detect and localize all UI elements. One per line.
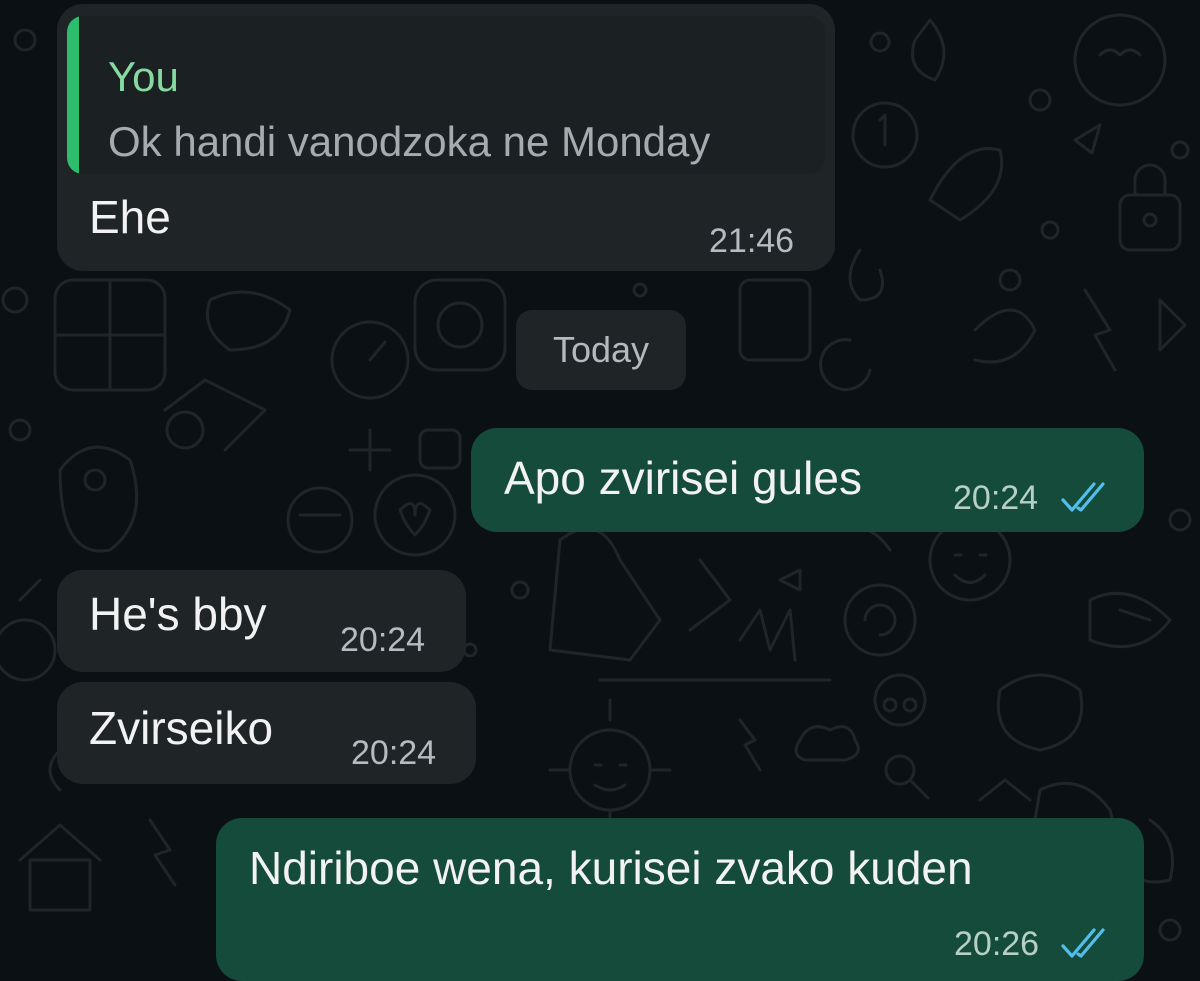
message-time: 20:24 xyxy=(351,734,437,772)
message-bubble-incoming[interactable]: You Ok handi vanodzoka ne Monday Ehe 21:… xyxy=(57,4,835,271)
date-separator-label: Today xyxy=(552,329,650,370)
quote-author: You xyxy=(108,53,179,100)
message-text: Zvirseiko xyxy=(89,702,274,754)
quoted-reply[interactable]: You Ok handi vanodzoka ne Monday xyxy=(67,16,825,174)
message-bubble-outgoing[interactable]: Ndiriboe wena, kurisei zvako kuden 20:26 xyxy=(216,818,1144,981)
message-time: 20:24 xyxy=(340,621,426,659)
double-check-icon xyxy=(1061,482,1105,512)
message-bubble-outgoing[interactable]: Apo zvirisei gules 20:24 xyxy=(471,428,1144,532)
double-check-icon xyxy=(1061,928,1105,958)
chat-view: You Ok handi vanodzoka ne Monday Ehe 21:… xyxy=(0,0,1200,981)
message-text: Ndiriboe wena, kurisei zvako kuden xyxy=(249,842,973,894)
quote-accent-bar xyxy=(67,16,79,174)
message-text: Ehe xyxy=(89,191,171,243)
message-text: Apo zvirisei gules xyxy=(504,452,862,504)
date-separator: Today xyxy=(516,310,686,390)
message-time: 20:26 xyxy=(954,925,1040,963)
message-bubble-incoming[interactable]: He's bby 20:24 xyxy=(57,570,466,672)
quote-text: Ok handi vanodzoka ne Monday xyxy=(108,118,711,165)
message-time: 21:46 xyxy=(709,222,795,260)
message-bubble-incoming[interactable]: Zvirseiko 20:24 xyxy=(57,682,476,784)
message-text: He's bby xyxy=(89,588,267,640)
message-time: 20:24 xyxy=(953,479,1039,517)
